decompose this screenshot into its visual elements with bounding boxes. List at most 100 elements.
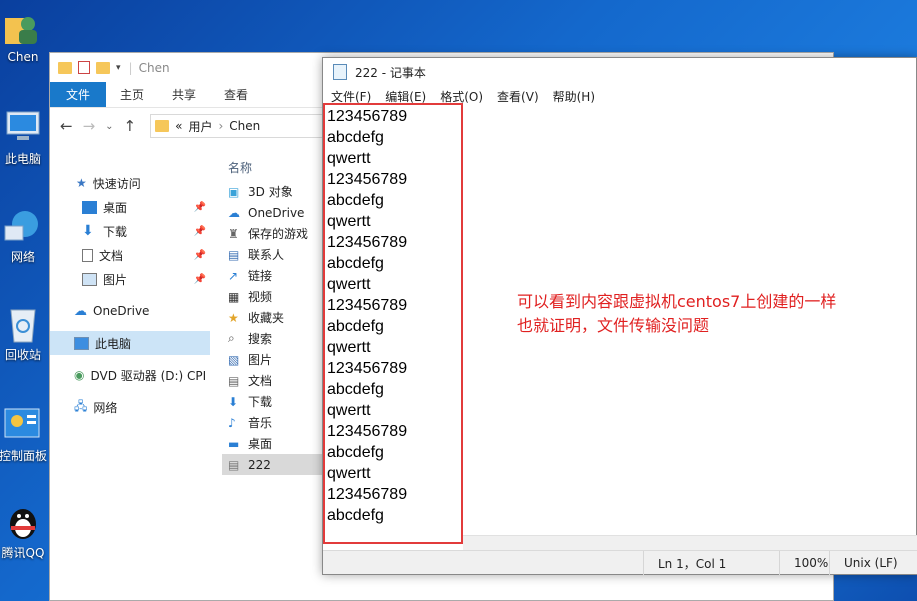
file-item-label: 保存的游戏 [248, 227, 309, 241]
cloud-icon: ☁ [74, 303, 87, 319]
file-item-label: 图片 [248, 353, 273, 367]
address-bar[interactable]: « 用户 › Chen [150, 114, 351, 138]
nav-this-pc[interactable]: 此电脑 [50, 331, 210, 355]
tab-file[interactable]: 文件 [50, 82, 107, 107]
folder-icon [58, 61, 72, 74]
up-arrow-icon[interactable]: ↑ [124, 117, 137, 135]
picture-icon: ▧ [228, 352, 240, 367]
pin-icon[interactable]: 📌 [194, 274, 206, 285]
search-icon: ⌕ [228, 331, 235, 345]
computer-icon [3, 108, 43, 148]
pin-icon[interactable]: 📌 [194, 202, 206, 213]
menu-bar: 文件(F) 编辑(E) 格式(O) 查看(V) 帮助(H) [323, 86, 916, 106]
desktop-icon: ▬ [228, 436, 240, 451]
file-item-label: 音乐 [248, 416, 273, 430]
recent-chevron-icon[interactable]: ⌄ [105, 121, 113, 132]
recycle-bin-icon [3, 304, 43, 344]
desktop-icon-computer[interactable]: 此电脑 [0, 108, 46, 167]
notepad-icon [333, 64, 347, 80]
text-line: 123456789 [327, 423, 408, 440]
desktop-icon [82, 200, 97, 214]
contacts-icon: ▤ [228, 247, 240, 262]
quick-access-toolbar: ▾ [58, 61, 121, 74]
user-folder-icon [3, 8, 43, 48]
folder-icon [155, 120, 170, 132]
file-item-label: 222 [248, 457, 271, 472]
menu-view[interactable]: 查看(V) [497, 88, 539, 105]
document-icon: ▤ [228, 373, 240, 388]
tab-view[interactable]: 查看 [210, 82, 262, 107]
desktop-icon-label: 网络 [10, 250, 35, 264]
dvd-drive-icon: ◉ [74, 368, 85, 382]
text-line: abcdefg [327, 507, 384, 524]
nav-onedrive[interactable]: ☁ OneDrive [50, 299, 210, 323]
navigation-pane: ★ 快速访问 桌面 📌 ⬇ 下载 📌 文档 📌 图片 📌 ☁ OneDrive [50, 171, 210, 419]
text-line: abcdefg [327, 129, 384, 146]
network-icon: 🖧 [74, 398, 88, 413]
desktop-icon-qq[interactable]: 腾讯QQ [0, 502, 46, 561]
file-item-label: 联系人 [248, 248, 285, 262]
text-line: qwertt [327, 150, 371, 167]
breadcrumb-users[interactable]: 用户 [188, 118, 212, 135]
nav-network[interactable]: 🖧 网络 [50, 395, 210, 419]
download-icon: ⬇ [228, 394, 239, 409]
file-item-label: 桌面 [248, 437, 273, 451]
pin-icon[interactable]: 📌 [194, 226, 206, 237]
menu-file[interactable]: 文件(F) [331, 88, 371, 105]
star-icon: ★ [228, 310, 239, 325]
new-folder-icon[interactable] [96, 61, 110, 74]
download-icon: ⬇ [82, 223, 94, 239]
properties-icon[interactable] [78, 61, 90, 74]
cloud-icon: ☁ [228, 205, 240, 220]
nav-item-pictures[interactable]: 图片 📌 [50, 267, 210, 291]
breadcrumb-chen[interactable]: Chen [229, 119, 260, 133]
text-line: abcdefg [327, 444, 384, 461]
notepad-titlebar[interactable]: 222 - 记事本 [323, 58, 916, 86]
file-item-label: 视频 [248, 290, 273, 304]
annotation-text: 可以看到内容跟虚拟机centos7上创建的一样 也就证明，文件传输没问题 [517, 290, 897, 338]
computer-icon [74, 336, 89, 350]
file-item-label: 链接 [248, 269, 273, 283]
desktop-icon-user-folder[interactable]: Chen [0, 8, 46, 64]
text-line: abcdefg [327, 255, 384, 272]
file-item-label: 下载 [248, 395, 273, 409]
text-line: abcdefg [327, 192, 384, 209]
menu-edit[interactable]: 编辑(E) [385, 88, 426, 105]
desktop-icon-label: 控制面板 [0, 449, 48, 463]
text-line: 123456789 [327, 108, 408, 125]
nav-item-desktop[interactable]: 桌面 📌 [50, 195, 210, 219]
desktop-icon-label: Chen [7, 50, 39, 64]
text-line: 123456789 [327, 171, 408, 188]
desktop-icon-label: 回收站 [4, 348, 41, 362]
control-panel-icon [3, 405, 43, 445]
network-icon [3, 206, 43, 246]
annotation-line: 也就证明，文件传输没问题 [517, 316, 710, 335]
breadcrumb-separator: › [218, 119, 224, 133]
back-arrow-icon[interactable]: ← [60, 117, 73, 135]
qq-icon [3, 502, 43, 542]
notepad-window: 222 - 记事本 文件(F) 编辑(E) 格式(O) 查看(V) 帮助(H) … [322, 57, 917, 575]
window-title: 222 - 记事本 [355, 65, 426, 80]
text-line: 123456789 [327, 234, 408, 251]
desktop-icon-network[interactable]: 网络 [0, 206, 46, 265]
forward-arrow-icon[interactable]: → [83, 117, 96, 135]
text-line: qwertt [327, 213, 371, 230]
menu-help[interactable]: 帮助(H) [553, 88, 595, 105]
nav-quick-access[interactable]: ★ 快速访问 [50, 171, 210, 195]
text-file-icon: ▤ [228, 457, 240, 472]
text-line: abcdefg [327, 381, 384, 398]
desktop-icon-recycle-bin[interactable]: 回收站 [0, 304, 46, 363]
text-line: qwertt [327, 402, 371, 419]
nav-item-downloads[interactable]: ⬇ 下载 📌 [50, 219, 210, 243]
nav-item-documents[interactable]: 文档 📌 [50, 243, 210, 267]
pin-icon[interactable]: 📌 [194, 250, 206, 261]
tab-home[interactable]: 主页 [106, 82, 158, 107]
desktop-icon-control-panel[interactable]: 控制面板 [0, 405, 48, 464]
desktop-icon-label: 腾讯QQ [1, 546, 45, 560]
nav-dvd-drive[interactable]: ◉ DVD 驱动器 (D:) CPI [50, 363, 210, 387]
chevron-down-icon[interactable]: ▾ [116, 63, 121, 73]
tab-share[interactable]: 共享 [158, 82, 210, 107]
breadcrumb-overflow[interactable]: « [175, 119, 182, 133]
menu-format[interactable]: 格式(O) [440, 88, 483, 105]
zoom-level: 100% [779, 551, 831, 575]
